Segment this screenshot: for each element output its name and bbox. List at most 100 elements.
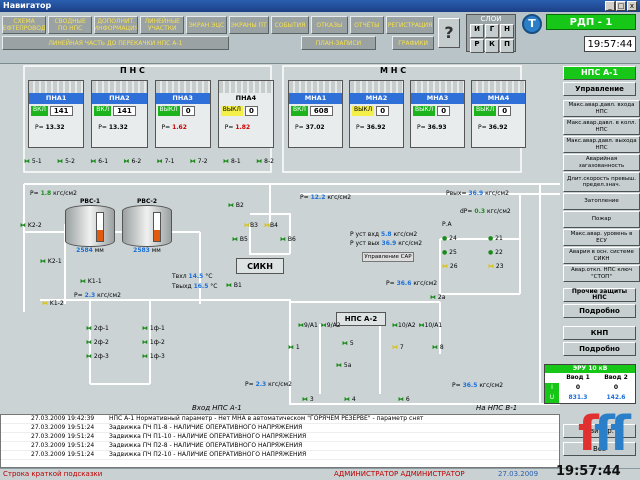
layer-key-g[interactable]: Г [485, 24, 499, 38]
minimize-button[interactable]: _ [605, 1, 615, 11]
layer-key-p[interactable]: П [500, 39, 514, 53]
help-button[interactable]: ? [438, 18, 460, 48]
valve-b1[interactable]: ⧓ В1 [226, 282, 242, 289]
event-log[interactable]: 27.03.2009 19:42:39 НПС А-1 Нормативный п… [0, 414, 560, 468]
pump-pna4[interactable]: ПНА4 ВЫКЛ 0 P= 1.82 [217, 80, 274, 148]
valve-b3[interactable]: ⧓В3 [244, 222, 258, 229]
valve-22[interactable]: ● 22 [488, 246, 504, 260]
valve-9-a1[interactable]: ⧓9/А1 [298, 322, 318, 329]
pump-mna4[interactable]: МНА4 ВЫКЛ 0 P= 36.92 [471, 80, 526, 148]
valve-23[interactable]: ⧓ 23 [488, 260, 504, 274]
alarm-fire[interactable]: Пожар [563, 211, 640, 228]
valve-7[interactable]: ⧓ 7 [392, 344, 404, 351]
alarm-stop-key[interactable]: Авар.откл. НПС ключ "СТОП" [563, 265, 640, 282]
knp-detail-button[interactable]: Подробно [563, 342, 636, 356]
tank-rvs2[interactable]: РВС-2 2583 мм [122, 198, 172, 258]
pump-mna1[interactable]: МНА1 ВКЛ 608 P= 37.02 [288, 80, 343, 148]
alarm-sikn[interactable]: Авария в осн. системе СИКН [563, 247, 640, 264]
nav-failures-button[interactable]: ОТКАЗЫ [311, 16, 348, 34]
valve-7-2[interactable]: ⧓ 7-2 [190, 158, 208, 172]
valve-2a[interactable]: ⧓ 2а [430, 294, 445, 301]
valve-4[interactable]: ⧓ 4 [344, 396, 356, 403]
pump-mna3[interactable]: МНА3 ВЫКЛ 0 P= 36.93 [410, 80, 465, 148]
log-row[interactable]: 27.03.2009 19:51:24 Задвижка ПЧ П1-10 - Н… [1, 433, 559, 442]
valve-8[interactable]: ⧓ 8 [432, 344, 444, 351]
alarm-outlet-pressure[interactable]: Макс.авар.давл. выхода НПС [563, 136, 640, 153]
sikn-unit[interactable]: СИКН [236, 258, 284, 274]
pump-pna2[interactable]: ПНА2 ВКЛ 141 P= 13.32 [91, 80, 148, 148]
nav-reports-button[interactable]: ОТЧЁТЫ [349, 16, 385, 34]
valve-5-2[interactable]: ⧓ 5-2 [57, 158, 75, 172]
valve-5[interactable]: ⧓ 5 [342, 340, 354, 347]
alarm-flood[interactable]: Затопление [563, 193, 640, 210]
pump-pna1[interactable]: ПНА1 ВКЛ 141 P= 13.32 [28, 80, 85, 148]
nav-registration-button[interactable]: РЕГИСТРАЦИЯ [386, 16, 434, 34]
nav-summary-button[interactable]: СВОДНЫЕ ПО НПС [48, 16, 93, 34]
pump-pna3[interactable]: ПНА3 ВЫКЛ 0 P= 1.62 [154, 80, 211, 148]
valve-26[interactable]: ⧓ 26 [442, 260, 458, 274]
nav-graphs-button[interactable]: ГРАФИКИ [392, 36, 434, 50]
valve-k2-2[interactable]: ⧓ K2-2 [20, 222, 42, 229]
valve-8-2[interactable]: ⧓ 8-2 [256, 158, 274, 172]
valve-k2-1[interactable]: ⧓ K2-1 [40, 258, 62, 265]
valve-24[interactable]: ● 24 [442, 232, 458, 246]
valve-7-1[interactable]: ⧓ 7-1 [157, 158, 175, 172]
alarm-esu-level[interactable]: Макс.авар. уровень в ЕСУ [563, 229, 640, 246]
valve-b6[interactable]: ⧓ В6 [280, 236, 296, 243]
nps-a1-button[interactable]: НПС А-1 [563, 66, 636, 80]
valve-8-1[interactable]: ⧓ 8-1 [223, 158, 241, 172]
layer-key-r[interactable]: Р [470, 39, 484, 53]
valve-25[interactable]: ● 25 [442, 246, 458, 260]
nav-linear-part-button[interactable]: ЛИНЕЙНАЯ ЧАСТЬ ДО ПЕРЕКАЧКИ НПС А-1 [2, 36, 229, 50]
layer-key-k[interactable]: К [485, 39, 499, 53]
filter-2f-2[interactable]: ⧓ 2ф-2 [86, 336, 109, 350]
valve-k1-1[interactable]: ⧓ K1-1 [80, 278, 102, 285]
valve-6[interactable]: ⧓ 6 [398, 396, 410, 403]
valve-5-1[interactable]: ⧓ 5-1 [24, 158, 42, 172]
nav-extra-info-button[interactable]: ДОПОЛНИТ. ИНФОРМАЦИЯ [94, 16, 139, 34]
nps-a2-unit[interactable]: НПС А-2 [336, 312, 386, 326]
valve-1[interactable]: ⧓ 1 [288, 344, 300, 351]
valve-10-a2[interactable]: ⧓10/А2 [392, 322, 416, 329]
valve-3[interactable]: ⧓ 3 [302, 396, 314, 403]
valve-21[interactable]: ● 21 [488, 232, 504, 246]
filter-1f-3[interactable]: ⧓ 1ф-3 [142, 350, 165, 364]
nav-scheme-button[interactable]: СХЕМА НЕФТЕПРОВОДА [2, 16, 47, 34]
log-row[interactable]: 27.03.2009 19:51:24 Задвижка ПЧ П2-10 - Н… [1, 451, 559, 460]
filter-2f-3[interactable]: ⧓ 2ф-3 [86, 350, 109, 364]
control-button[interactable]: Управление [563, 82, 636, 96]
maximize-button[interactable]: □ [616, 1, 626, 11]
valve-5a[interactable]: ⧓ 5а [336, 362, 351, 369]
filter-2f-1[interactable]: ⧓ 2ф-1 [86, 322, 109, 336]
alarm-speed[interactable]: Длит.скорость превыш. предел.знач. [563, 172, 640, 192]
pump-mna2[interactable]: МНА2 ВЫКЛ 0 P= 36.92 [349, 80, 404, 148]
alarm-gas[interactable]: Аварийная загазованность [563, 154, 640, 171]
valve-10-a1[interactable]: ⧓10/А1 [419, 322, 443, 329]
alarm-inlet-pressure[interactable]: Макс.авар.давл. входа НПС [563, 100, 640, 117]
nav-pt-button[interactable]: ЭКРАНЫ ПТ [228, 16, 269, 34]
close-button[interactable]: x [627, 1, 637, 11]
alarm-collector-pressure[interactable]: Макс.авар.давл. в колл. НПС [563, 118, 640, 135]
valve-b2[interactable]: ⧓ В2 [228, 202, 244, 209]
filter-1f-2[interactable]: ⧓ 1ф-2 [142, 336, 165, 350]
tank-rvs1[interactable]: РВС-1 2584 мм [65, 198, 115, 258]
sar-control-button[interactable]: Управление САР [362, 252, 414, 262]
nav-ecs-button[interactable]: ЭКРАН ЭЦС [186, 16, 227, 34]
filter-1f-1[interactable]: ⧓ 1ф-1 [142, 322, 165, 336]
layer-key-i[interactable]: И [470, 24, 484, 38]
knp-label: КНП [563, 326, 636, 340]
log-row[interactable]: 27.03.2009 19:51:24 Задвижка ПЧ П1-8 - НА… [1, 424, 559, 433]
nav-plan-button[interactable]: ПЛАН-ЗАПИСИ [300, 36, 377, 50]
valve-6-2[interactable]: ⧓ 6-2 [124, 158, 142, 172]
valve-9-a2[interactable]: ⧓9/А2 [321, 322, 341, 329]
valve-b5[interactable]: ⧓ В5 [232, 236, 248, 243]
valve-6-1[interactable]: ⧓ 6-1 [90, 158, 108, 172]
protections-detail-button[interactable]: Подробно [563, 304, 636, 318]
valve-k1-2[interactable]: ⧓ K1-2 [42, 300, 64, 307]
log-row[interactable]: 27.03.2009 19:51:24 Задвижка ПЧ П2-8 - НА… [1, 442, 559, 451]
valve-b4[interactable]: ⧓В4 [264, 222, 278, 229]
log-row[interactable]: 27.03.2009 19:42:39 НПС А-1 Нормативный п… [1, 415, 559, 424]
layer-key-n[interactable]: Н [500, 24, 514, 38]
nav-linear-sections-button[interactable]: ЛИНЕЙНЫЕ УЧАСТКИ [140, 16, 185, 34]
nav-events-button[interactable]: СОБЫТИЯ [270, 16, 310, 34]
